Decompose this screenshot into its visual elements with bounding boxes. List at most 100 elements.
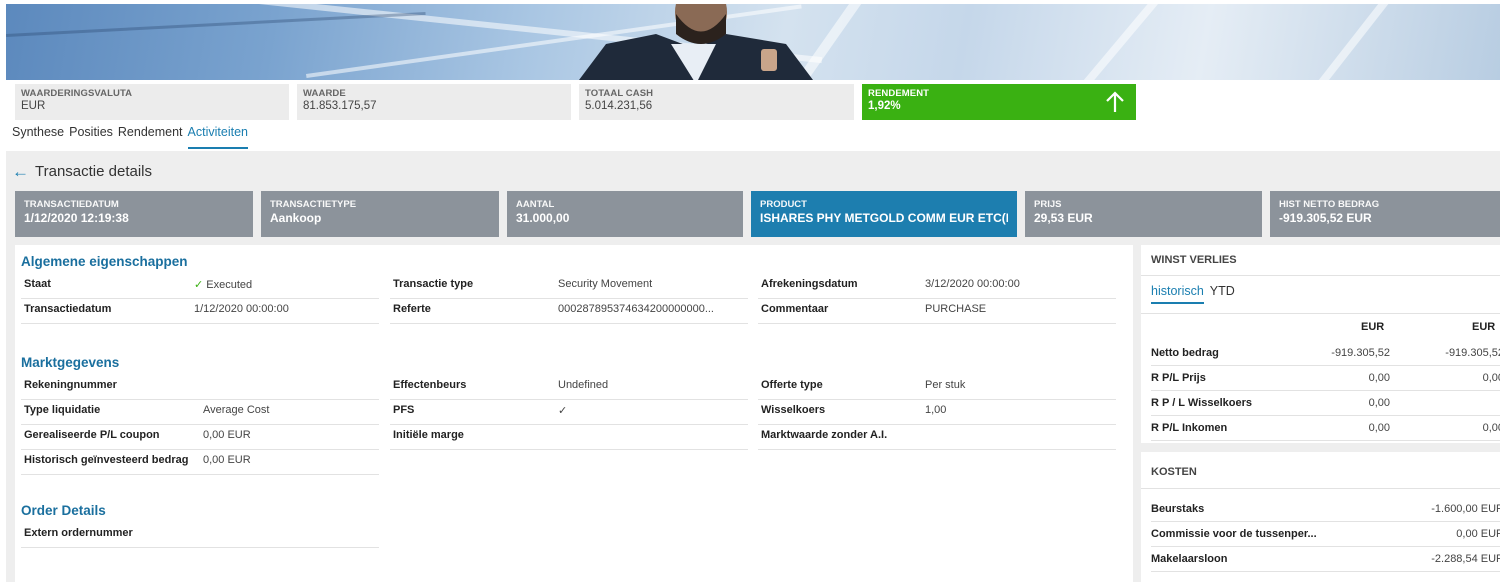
field-row: Wisselkoers 1,00 [758,400,1116,425]
kpi-totaal-cash: TOTAAL CASH 5.014.231,56 [579,84,854,120]
field-row: Staat ✓ Executed [21,274,379,299]
kpi-label: RENDEMENT [868,88,930,99]
tab-synthese[interactable]: Synthese [12,125,64,149]
field-label: Transactiedatum [24,303,112,315]
summary-value: 29,53 EUR [1034,211,1093,225]
kpi-value: 1,92% [868,100,901,112]
kpi-label: WAARDERINGSVALUTA [21,88,133,99]
page-title: Transactie details [35,163,152,180]
subtab-ytd[interactable]: YTD [1210,284,1235,304]
field-label: Transactie type [393,278,474,290]
field-label: Marktwaarde zonder A.I. [761,429,888,441]
field-row: Afrekeningsdatum 3/12/2020 00:00:00 [758,274,1116,299]
summary-hist-netto-bedrag: HIST NETTO BEDRAG -919.305,52 EUR [1270,191,1500,237]
page-title-row: ← Transactie details [12,163,152,180]
row-label: Commissie voor de tussenper... [1151,528,1317,540]
divider [1141,275,1500,276]
table-row: Makelaarsloon -2.288,54 EUR [1151,547,1500,572]
field-label: PFS [393,404,415,416]
column-header-eur: EUR [1361,321,1385,333]
field-label: Referte [393,303,431,315]
back-arrow-icon[interactable]: ← [12,163,29,180]
field-row: Commentaar PURCHASE [758,299,1116,324]
row-value: 0,00 [1368,422,1390,434]
kpi-label: WAARDE [303,88,346,99]
divider [1141,488,1500,489]
field-value: ✓ Executed [194,278,252,291]
kpi-value: EUR [21,100,46,112]
field-label: Staat [24,278,51,290]
field-row: Offerte type Per stuk [758,375,1116,400]
field-row: Transactie type Security Movement [390,274,748,299]
row-value: -919.305,52 [1445,347,1500,359]
field-row: Effectenbeurs Undefined [390,375,748,400]
panel-title: WINST VERLIES [1151,254,1237,266]
table-row: Beurstaks -1.600,00 EUR [1151,497,1500,522]
divider [1141,313,1500,314]
field-row: Rekeningnummer [21,375,379,400]
field-label: Initiële marge [393,429,464,441]
field-value: 0,00 EUR [203,429,251,441]
row-value: -2.288,54 EUR [1431,553,1500,565]
arrow-up-icon [1106,91,1124,112]
field-row: Marktwaarde zonder A.I. [758,425,1116,450]
winst-subtabs: historisch YTD [1151,284,1241,304]
field-label: Commentaar [761,303,829,315]
field-value: Undefined [558,379,609,391]
field-value: 0,00 EUR [203,454,251,466]
summary-aantal: AANTAL 31.000,00 [507,191,743,237]
checkmark-icon: ✓ [194,279,204,291]
field-value: Security Movement [558,278,653,290]
summary-label: HIST NETTO BEDRAG [1279,199,1380,210]
row-value: 0,00 [1368,397,1390,409]
field-value: Average Cost [203,404,270,416]
field-value: 3/12/2020 00:00:00 [925,278,1020,290]
banner-person-illustration [579,4,813,80]
kpi-value: 81.853.175,57 [303,100,377,112]
section-title-algemene: Algemene eigenschappen [21,254,188,269]
row-value: 0,00 [1482,422,1500,434]
field-label: Type liquidatie [24,404,101,416]
kpi-waarde: WAARDE 81.853.175,57 [297,84,571,120]
summary-label: PRODUCT [760,199,807,210]
field-value: Per stuk [925,379,966,391]
row-value: -1.600,00 EUR [1431,503,1500,515]
row-label: Beurstaks [1151,503,1205,515]
row-label: Makelaarsloon [1151,553,1228,565]
row-value: 0,00 [1482,372,1500,384]
tab-rendement[interactable]: Rendement [118,125,183,149]
panel-title: KOSTEN [1151,466,1197,478]
field-row: Extern ordernummer [21,523,379,548]
section-title-order-details: Order Details [21,503,106,518]
field-label: Wisselkoers [761,404,826,416]
transaction-details-panel: Algemene eigenschappen Staat ✓ Executed … [15,245,1133,582]
field-label: Gerealiseerde P/L coupon [24,429,160,441]
winst-verlies-panel: WINST VERLIES historisch YTD EUR EUR Net… [1141,245,1500,443]
summary-label: AANTAL [516,199,555,210]
summary-prijs: PRIJS 29,53 EUR [1025,191,1262,237]
tab-posities[interactable]: Posities [69,125,113,149]
field-row: Gerealiseerde P/L coupon 0,00 EUR [21,425,379,450]
kpi-rendement: RENDEMENT 1,92% [862,84,1136,120]
kpi-label: TOTAAL CASH [585,88,654,99]
field-value: 000287895374634200000000... [558,303,714,315]
summary-value: -919.305,52 EUR [1279,211,1372,225]
subtab-historisch[interactable]: historisch [1151,284,1204,304]
summary-value: 31.000,00 [516,211,570,225]
row-label: R P/L Inkomen [1151,422,1228,434]
summary-value: ISHARES PHY METGOLD COMM EUR ETC(LO [760,211,1008,225]
tab-activiteiten[interactable]: Activiteiten [187,125,248,149]
table-row: R P / L Wisselkoers 0,00 [1151,391,1500,416]
summary-value: Aankoop [270,211,322,225]
summary-product[interactable]: PRODUCT ISHARES PHY METGOLD COMM EUR ETC… [751,191,1017,237]
table-row: R P/L Prijs 0,00 0,00 [1151,366,1500,391]
row-value: -919.305,52 [1331,347,1390,359]
field-value: 1/12/2020 00:00:00 [194,303,289,315]
header-banner-image [6,4,1500,80]
field-row: PFS ✓ [390,400,748,425]
status-text: Executed [206,279,253,291]
main-tabs: Synthese Posities Rendement Activiteiten [12,125,253,151]
field-value: PURCHASE [925,303,987,315]
field-label: Historisch geïnvesteerd bedrag [24,454,189,466]
kosten-panel: KOSTEN Beurstaks -1.600,00 EUR Commissie… [1141,452,1500,582]
